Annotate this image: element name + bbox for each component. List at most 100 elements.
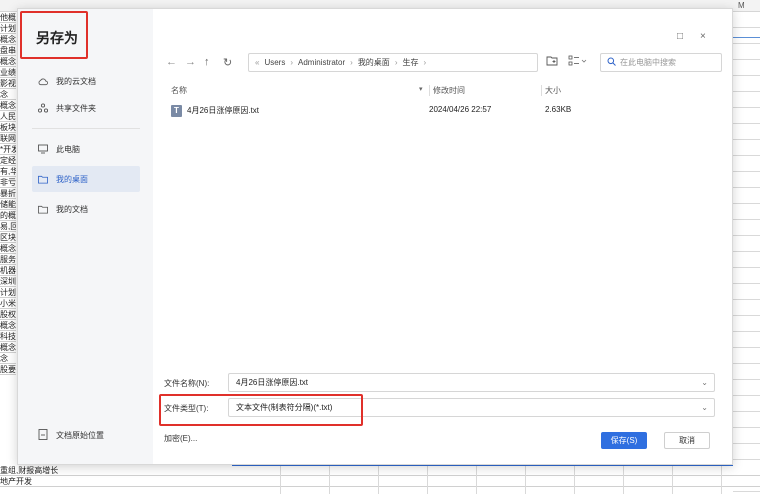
sidebar-item-my-desktop[interactable]: 我的桌面 xyxy=(32,166,140,192)
spreadsheet-cell[interactable]: 服务, xyxy=(0,254,16,265)
column-header-m[interactable]: M xyxy=(738,1,745,10)
sidebar-item-original-location[interactable]: 文档原始位置 xyxy=(38,429,104,442)
file-name: 4月26日涨停原因.txt xyxy=(187,106,260,115)
spreadsheet-cell[interactable]: 小米 xyxy=(0,298,16,309)
file-list-item[interactable]: T 4月26日涨停原因.txt 2024/04/26 22:57 2.63KB xyxy=(171,103,721,119)
encrypt-link[interactable]: 加密(E)... xyxy=(164,433,197,444)
spreadsheet-cell[interactable]: 计划, xyxy=(0,23,16,34)
spreadsheet-cell[interactable]: 计划, xyxy=(0,287,16,298)
sidebar-item-label: 文档原始位置 xyxy=(56,431,104,440)
cloud-icon xyxy=(38,76,48,86)
sidebar-item-label: 此电脑 xyxy=(56,144,80,154)
spreadsheet-left-column: 他概念计划,概念,盘串概念业绩影视念概念,人民板块,联网,*开发定经济有,华非亏… xyxy=(0,12,16,494)
forward-arrow-icon[interactable]: → xyxy=(185,56,196,68)
spreadsheet-cell[interactable]: 暴折 xyxy=(0,188,16,199)
breadcrumb-item[interactable]: Users xyxy=(264,58,285,67)
column-modified[interactable]: 修改时间 xyxy=(429,85,465,96)
file-modified: 2024/04/26 22:57 xyxy=(429,105,492,114)
document-icon xyxy=(38,429,48,442)
breadcrumb-item[interactable]: Administrator xyxy=(298,58,345,67)
spreadsheet-bottom-rows: 重组,财报高增长 地产开发 xyxy=(0,465,760,494)
breadcrumb-overflow-icon[interactable]: « xyxy=(255,58,259,67)
monitor-icon xyxy=(38,144,48,154)
spreadsheet-cell[interactable]: 概念 xyxy=(0,243,16,254)
spreadsheet-cell[interactable]: 人民 xyxy=(0,111,16,122)
save-as-dialog: 另存为 我的云文档 共享文件夹 此电脑 我的桌面 我的文档 文档原始位置 □ ×… xyxy=(17,8,733,465)
breadcrumb[interactable]: « Users › Administrator › 我的桌面 › 生存 › xyxy=(248,53,538,72)
spreadsheet-cell[interactable]: 板块, xyxy=(0,122,16,133)
close-icon[interactable]: × xyxy=(700,31,706,42)
sidebar-item-label: 我的文档 xyxy=(56,204,88,214)
spreadsheet-cell[interactable]: 业绩 xyxy=(0,67,16,78)
dialog-sidebar: 另存为 我的云文档 共享文件夹 此电脑 我的桌面 我的文档 文档原始位置 xyxy=(18,9,153,464)
sidebar-item-this-pc[interactable]: 此电脑 xyxy=(32,136,140,162)
folder-icon xyxy=(38,204,48,214)
spreadsheet-cell[interactable]: 储能 xyxy=(0,199,16,210)
spreadsheet-cell[interactable]: 科技, xyxy=(0,331,16,342)
selection-border xyxy=(733,37,760,38)
search-input[interactable]: 在此电脑中搜索 xyxy=(600,53,722,72)
breadcrumb-item[interactable]: 我的桌面 xyxy=(358,57,390,68)
spreadsheet-cell[interactable]: 的概念 xyxy=(0,210,16,221)
column-name[interactable]: 名称 xyxy=(171,85,187,96)
search-placeholder: 在此电脑中搜索 xyxy=(620,58,676,67)
chevron-right-icon: › xyxy=(394,58,398,67)
spreadsheet-cell[interactable]: 概念 xyxy=(0,342,16,353)
spreadsheet-cell[interactable]: 股权 xyxy=(0,309,16,320)
search-icon xyxy=(607,57,616,68)
spreadsheet-cell[interactable]: 他概念 xyxy=(0,12,16,23)
chevron-right-icon: › xyxy=(290,58,294,67)
spreadsheet-cell[interactable]: 区块 xyxy=(0,232,16,243)
spreadsheet-cell[interactable]: 联网, xyxy=(0,133,16,144)
new-folder-icon[interactable] xyxy=(546,55,558,69)
spreadsheet-grid xyxy=(232,465,733,494)
spreadsheet-cell[interactable]: 深圳 xyxy=(0,276,16,287)
spreadsheet-cell[interactable]: 易,回 xyxy=(0,221,16,232)
sidebar-item-shared-folder[interactable]: 共享文件夹 xyxy=(32,95,140,121)
back-arrow-icon[interactable]: ← xyxy=(166,56,177,68)
spreadsheet-cell[interactable]: *开发 xyxy=(0,144,16,155)
save-button[interactable]: 保存(S) xyxy=(601,432,647,449)
chevron-right-icon: › xyxy=(350,58,353,67)
filetype-highlight-box xyxy=(159,394,363,426)
spreadsheet-cell[interactable]: 机器人 xyxy=(0,265,16,276)
spreadsheet-cell[interactable]: 概念, xyxy=(0,100,16,111)
share-icon xyxy=(38,103,48,113)
up-arrow-icon[interactable]: ↑ xyxy=(204,56,210,68)
sidebar-item-label: 我的云文档 xyxy=(56,76,96,86)
spreadsheet-right-grid xyxy=(733,12,760,494)
sidebar-item-my-documents[interactable]: 我的文档 xyxy=(32,196,140,222)
folder-icon xyxy=(38,174,48,184)
spreadsheet-cell[interactable]: 盘串 xyxy=(0,45,16,56)
filename-value: 4月26日涨停原因.txt xyxy=(236,378,309,387)
sidebar-item-label: 我的桌面 xyxy=(56,174,88,184)
spreadsheet-cell[interactable]: 概念 xyxy=(0,56,16,67)
maximize-icon[interactable]: □ xyxy=(677,31,683,42)
chevron-down-icon[interactable]: ⌄ xyxy=(701,399,708,416)
sidebar-item-cloud-docs[interactable]: 我的云文档 xyxy=(32,68,140,94)
filename-field[interactable]: 4月26日涨停原因.txt ⌄ xyxy=(228,373,715,392)
spreadsheet-cell[interactable]: 概念, xyxy=(0,34,16,45)
column-size[interactable]: 大小 xyxy=(541,85,561,96)
spreadsheet-cell[interactable]: 概念 xyxy=(0,320,16,331)
text-file-icon: T xyxy=(171,105,182,117)
file-list-header: 名称 ▾ 修改时间 大小 xyxy=(171,85,721,99)
spreadsheet-cell[interactable]: 有,华 xyxy=(0,166,16,177)
sidebar-item-label: 共享文件夹 xyxy=(56,103,96,113)
spreadsheet-cell[interactable]: 定经济 xyxy=(0,155,16,166)
spreadsheet-cell[interactable]: 股要素 xyxy=(0,364,16,375)
file-size: 2.63KB xyxy=(545,105,572,114)
spreadsheet-cell[interactable]: 念 xyxy=(0,89,16,100)
chevron-down-icon[interactable]: ⌄ xyxy=(701,374,708,391)
filename-label: 文件名称(N): xyxy=(164,379,210,388)
breadcrumb-item[interactable]: 生存 xyxy=(402,57,418,68)
spreadsheet-cell[interactable]: 非亏损 xyxy=(0,177,16,188)
refresh-icon[interactable]: ↻ xyxy=(223,56,232,69)
view-options-icon[interactable] xyxy=(568,55,588,69)
spreadsheet-cell[interactable]: 念 xyxy=(0,353,16,364)
navigation-bar: ← → ↑ ↻ « Users › Administrator › 我的桌面 ›… xyxy=(166,53,726,73)
sort-down-icon[interactable]: ▾ xyxy=(419,85,423,93)
spreadsheet-cell[interactable]: 影视 xyxy=(0,78,16,89)
sidebar-divider xyxy=(32,128,140,129)
cancel-button[interactable]: 取消 xyxy=(664,432,710,449)
